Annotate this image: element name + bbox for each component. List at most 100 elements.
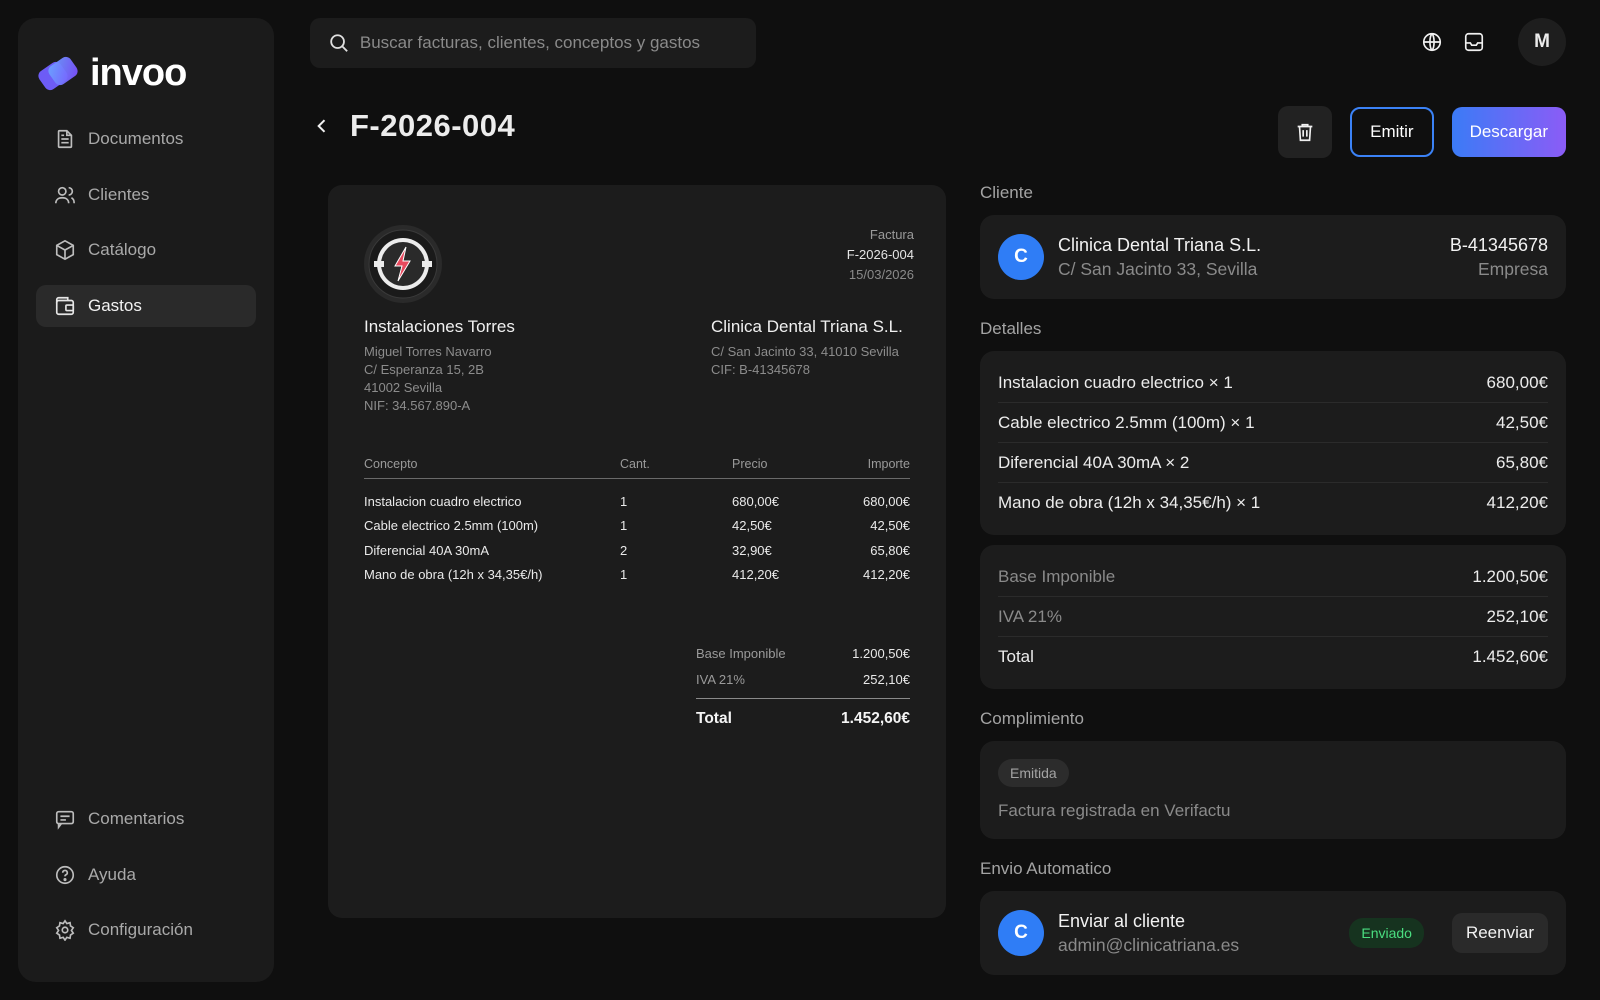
invoice-type: Factura: [869, 227, 914, 242]
trash-icon: [1297, 123, 1313, 142]
cell-qty: 1: [620, 567, 628, 583]
header-actions: M: [1418, 18, 1566, 66]
sent-badge: Enviado: [1349, 918, 1424, 948]
logo-icon: [36, 56, 82, 92]
iva-row: IVA 21% 252,10€: [696, 667, 910, 694]
cell-amount: 412,20€: [863, 567, 910, 583]
comment-icon: [55, 810, 75, 830]
sidebar-item-label: Documentos: [88, 129, 184, 148]
sidebar-item-ayuda[interactable]: Ayuda: [36, 854, 256, 896]
language-button[interactable]: [1418, 28, 1446, 56]
column-header: Concepto: [364, 457, 418, 471]
emit-button[interactable]: Emitir: [1350, 107, 1434, 157]
document-icon: [57, 129, 73, 149]
detail-label: Mano de obra (12h x 34,35€/h) × 1: [998, 493, 1261, 512]
issuer-block: Instalaciones Torres Miguel Torres Navar…: [364, 317, 515, 415]
recipient-block: Clinica Dental Triana S.L. C/ San Jacint…: [711, 317, 903, 379]
detail-row: Mano de obra (12h x 34,35€/h) × 1 412,20…: [998, 483, 1548, 523]
cell-amount: 65,80€: [870, 542, 910, 558]
users-icon: [55, 186, 75, 203]
summary-label: Base Imponible: [998, 566, 1116, 586]
sidebar-item-gastos[interactable]: Gastos: [36, 284, 256, 327]
table-row: Cable electrico 2.5mm (100m) 1 42,50€ 42…: [364, 514, 910, 539]
issuer-line: Miguel Torres Navarro: [364, 344, 492, 359]
search-input[interactable]: [359, 33, 738, 53]
sidebar-item-documentos[interactable]: Documentos: [36, 118, 256, 160]
detail-value: 65,80€: [1496, 452, 1548, 472]
total-row: Total 1.452,60€: [696, 699, 910, 728]
send-title: Enviar al cliente: [1058, 910, 1186, 931]
detail-label: Cable electrico 2.5mm (100m) × 1: [998, 412, 1255, 432]
box-icon: [55, 240, 75, 261]
client-type: Empresa: [1477, 258, 1548, 279]
summary-row: IVA 21% 252,10€: [998, 597, 1548, 637]
app-logo[interactable]: invoo: [36, 52, 187, 95]
sidebar-item-label: Gastos: [88, 295, 142, 315]
cell-amount: 42,50€: [870, 518, 910, 534]
detail-value: 412,20€: [1486, 493, 1548, 512]
column-header: Precio: [732, 457, 768, 471]
sidebar-item-comentarios[interactable]: Comentarios: [36, 798, 256, 840]
back-icon[interactable]: [312, 116, 332, 136]
resend-button[interactable]: Reenviar: [1451, 913, 1548, 953]
client-address: C/ San Jacinto 33, Sevilla: [1058, 258, 1258, 279]
invoice-side-panel: Cliente C Clinica Dental Triana S.L. C/ …: [980, 183, 1566, 975]
issuer-line: C/ Esperanza 15, 2B: [364, 362, 484, 377]
issuer-line: 41002 Sevilla: [364, 380, 443, 395]
details-card: Instalacion cuadro electrico × 1 680,00€…: [980, 351, 1566, 535]
sidebar-item-catalogo[interactable]: Catálogo: [36, 229, 256, 271]
table-row: Instalacion cuadro electrico 1 680,00€ 6…: [364, 489, 910, 514]
detail-value: 680,00€: [1486, 372, 1548, 392]
page-title: F-2026-004: [350, 108, 516, 143]
client-cif: B-41345678: [1449, 234, 1548, 255]
client-card[interactable]: C Clinica Dental Triana S.L. C/ San Jaci…: [980, 215, 1566, 299]
invoice-totals: Base Imponible 1.200,50€ IVA 21% 252,10€…: [696, 640, 910, 728]
sidebar-item-clientes[interactable]: Clientes: [36, 174, 256, 216]
section-label-details: Detalles: [980, 319, 1042, 338]
page-actions: Emitir Descargar: [1278, 106, 1566, 158]
recipient-line: CIF: B-41345678: [711, 362, 811, 377]
cell-concept: Cable electrico 2.5mm (100m): [364, 518, 539, 534]
cell-price: 412,20€: [732, 567, 779, 583]
detail-row: Diferencial 40A 30mA × 2 65,80€: [998, 443, 1548, 483]
auto-send-card: C Enviar al cliente admin@clinicatriana.…: [980, 891, 1566, 975]
download-button[interactable]: Descargar: [1451, 107, 1566, 157]
sidebar-item-configuracion[interactable]: Configuración: [36, 909, 256, 951]
company-logo: [364, 225, 442, 303]
cell-qty: 1: [620, 493, 628, 509]
recipient-line: C/ San Jacinto 33, 41010 Sevilla: [711, 344, 899, 359]
invoice-meta: Factura F-2026-004 15/03/2026: [847, 225, 914, 285]
total-value: 1.452,60€: [841, 710, 910, 727]
sidebar-item-label: Clientes: [88, 184, 150, 204]
issuer-name: Instalaciones Torres: [364, 317, 515, 336]
sidebar: invoo Documentos Clientes Catálogo Gasto…: [18, 18, 274, 982]
inbox-button[interactable]: [1460, 28, 1488, 56]
cell-qty: 1: [620, 518, 628, 534]
cell-price: 32,90€: [732, 542, 772, 558]
cell-price: 680,00€: [732, 493, 779, 509]
invoice-preview: Factura F-2026-004 15/03/2026 Instalacio…: [328, 185, 946, 918]
section-label-client: Cliente: [980, 183, 1033, 202]
section-label-compliance: Complimiento: [980, 709, 1084, 728]
user-avatar[interactable]: M: [1518, 18, 1566, 66]
column-header: Cant.: [620, 457, 650, 471]
summary-row: Total 1.452,60€: [998, 637, 1548, 677]
cell-amount: 680,00€: [863, 493, 910, 509]
search-icon: [330, 34, 348, 52]
iva-value: 252,10€: [863, 672, 910, 688]
total-label: Total: [696, 710, 732, 727]
invoice-date: 15/03/2026: [848, 267, 914, 282]
table-header: Concepto Cant. Precio Importe: [364, 457, 910, 479]
globe-icon: [1422, 32, 1442, 52]
inbox-icon: [1464, 32, 1484, 52]
cell-qty: 2: [620, 542, 628, 558]
recipient-avatar: C: [998, 910, 1044, 956]
compliance-text: Factura registrada en Verifactu: [998, 801, 1231, 820]
sidebar-item-label: Comentarios: [88, 809, 185, 828]
summary-card: Base Imponible 1.200,50€ IVA 21% 252,10€…: [980, 545, 1566, 689]
detail-label: Diferencial 40A 30mA × 2: [998, 452, 1190, 472]
sidebar-item-label: Ayuda: [88, 864, 136, 884]
cell-price: 42,50€: [732, 518, 772, 534]
base-row: Base Imponible 1.200,50€: [696, 640, 910, 667]
delete-button[interactable]: [1278, 106, 1333, 158]
